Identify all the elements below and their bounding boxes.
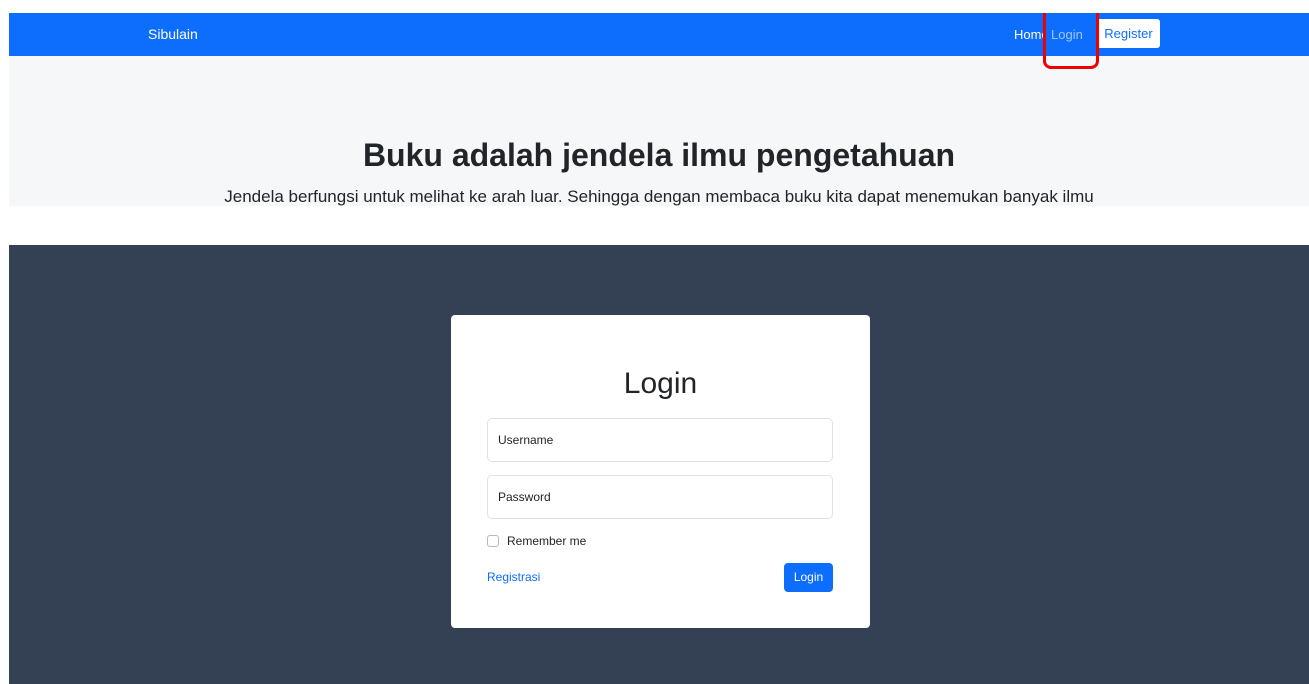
navbar: Sibulain Home Login Register	[9, 13, 1309, 56]
top-screenshot: Sibulain Home Login Register Buku adalah…	[9, 13, 1309, 206]
register-button[interactable]: Register	[1097, 19, 1160, 48]
login-title: Login	[623, 367, 698, 400]
password-input[interactable]	[487, 475, 833, 519]
registrasi-link[interactable]: Registrasi	[487, 570, 540, 584]
login-button[interactable]: Login	[784, 563, 833, 592]
remember-label: Remember me	[507, 534, 587, 548]
remember-checkbox[interactable]	[487, 535, 499, 547]
hero-subtitle: Jendela berfungsi untuk melihat ke arah …	[224, 187, 1094, 206]
remember-me[interactable]: Remember me	[487, 534, 586, 548]
bottom-screenshot: Login Remember me Registrasi Login	[9, 245, 1309, 684]
highlight-annotation	[1043, 13, 1099, 69]
hero-title: Buku adalah jendela ilmu pengetahuan	[362, 137, 956, 173]
brand-link[interactable]: Sibulain	[148, 26, 198, 42]
login-card: Login Remember me Registrasi Login	[451, 315, 870, 628]
nav-home-link[interactable]: Home	[1014, 27, 1043, 42]
username-input[interactable]	[487, 418, 833, 462]
